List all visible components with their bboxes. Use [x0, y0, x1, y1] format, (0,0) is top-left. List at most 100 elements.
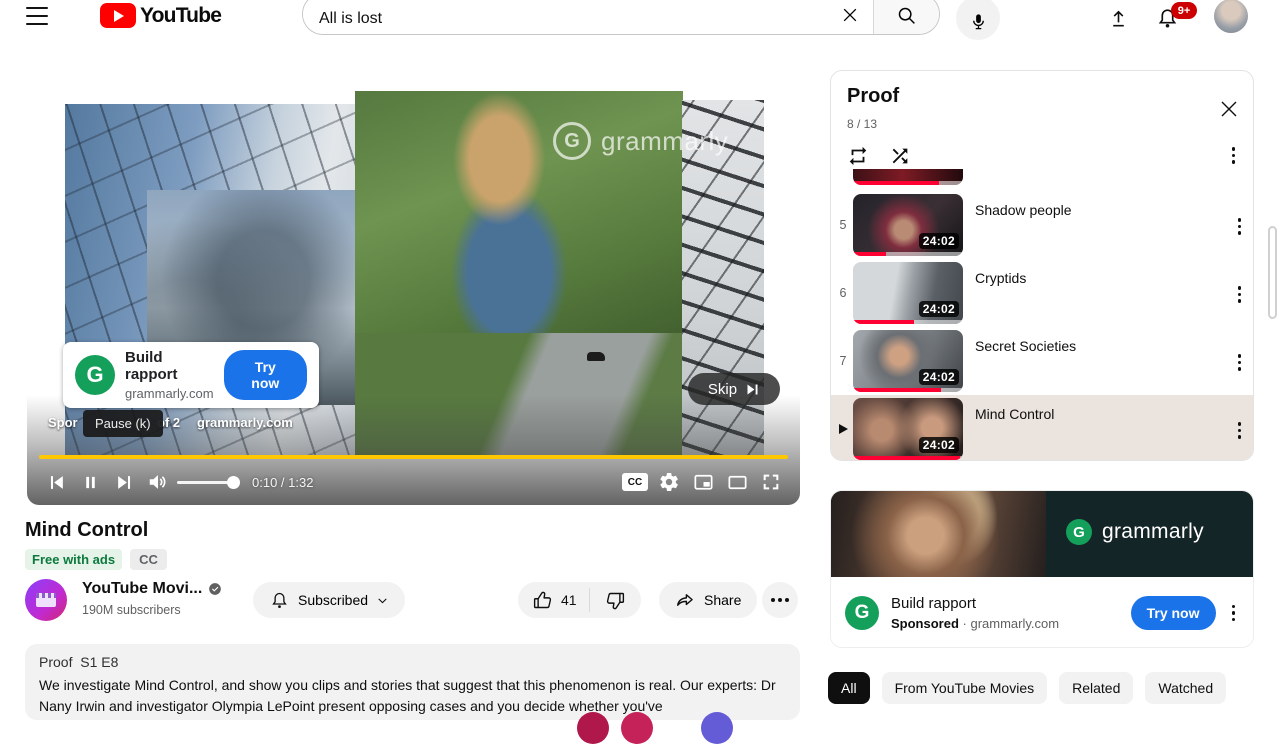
clear-search-icon[interactable]	[827, 0, 873, 34]
notification-count-badge: 9+	[1171, 2, 1197, 19]
cc-badge: CC	[130, 549, 167, 570]
shuffle-playlist-button[interactable]	[889, 145, 911, 167]
ad-overlay-card[interactable]: G Build rapport grammarly.com Try now	[63, 342, 319, 408]
chip-related[interactable]: Related	[1059, 672, 1134, 704]
playlist-item-title[interactable]: Mind Control	[975, 405, 1205, 423]
pause-icon	[82, 474, 99, 491]
youtube-wordmark: YouTube	[140, 3, 222, 27]
miniplayer-button[interactable]	[686, 464, 720, 500]
video-badges: Free with ads CC	[25, 549, 167, 570]
account-avatar[interactable]	[1214, 0, 1248, 33]
playlist-item-partial-thumbnail[interactable]	[853, 169, 963, 185]
search-input[interactable]	[303, 0, 827, 34]
share-button[interactable]: Share	[659, 582, 758, 618]
ad-progress-bar[interactable]	[39, 455, 788, 459]
captions-button[interactable]: CC	[618, 464, 652, 500]
pause-button[interactable]	[73, 464, 107, 500]
sponsored-label: Spor	[48, 415, 78, 430]
watch-progress	[853, 456, 960, 460]
volume-slider[interactable]	[177, 475, 240, 489]
item-menu-button[interactable]	[1234, 350, 1246, 375]
bell-icon	[269, 590, 290, 611]
scrollbar-thumb[interactable]	[1268, 226, 1277, 319]
subscribed-button[interactable]: Subscribed	[253, 582, 406, 618]
settings-button[interactable]	[652, 464, 686, 500]
grammarly-g-icon: G	[845, 596, 879, 630]
volume-icon	[147, 471, 169, 493]
previous-button[interactable]	[39, 464, 73, 500]
more-actions-button[interactable]	[762, 582, 798, 618]
like-button[interactable]: 41	[518, 582, 589, 618]
chip-watched[interactable]: Watched	[1145, 672, 1227, 704]
chevron-down-icon	[376, 594, 389, 607]
channel-avatar[interactable]	[25, 579, 67, 621]
time-display: 0:10 / 1:32	[252, 474, 314, 490]
try-now-button[interactable]: Try now	[223, 350, 307, 400]
playlist-menu-button[interactable]	[1228, 143, 1240, 168]
voice-search-button[interactable]	[956, 0, 1000, 40]
duration-badge: 24:02	[918, 233, 959, 249]
ad-domain-label: grammarly.com	[197, 415, 293, 430]
playlist-item-title[interactable]: Shadow people	[975, 201, 1205, 219]
description-text: We investigate Mind Control, and show yo…	[39, 677, 776, 714]
avatar	[621, 712, 653, 744]
item-menu-button[interactable]	[1234, 418, 1246, 443]
youtube-logo[interactable]: YouTube	[100, 3, 222, 28]
grammarly-g-icon: G	[1066, 519, 1092, 545]
video-thumbnail[interactable]: 24:02	[853, 398, 963, 460]
channel-name[interactable]: YouTube Movi...	[82, 580, 202, 598]
video-thumbnail[interactable]: 24:02	[853, 330, 963, 392]
chip-from-youtube-movies[interactable]: From YouTube Movies	[881, 672, 1048, 704]
thumb-down-icon	[605, 590, 626, 611]
ad-menu-button[interactable]	[1228, 601, 1240, 626]
skip-icon	[745, 382, 760, 397]
subscriber-count: 190M subscribers	[82, 603, 181, 617]
fullscreen-icon	[760, 471, 782, 493]
grammarly-watermark: G grammarly	[553, 122, 728, 160]
search-icon	[896, 5, 917, 26]
duration-badge: 24:02	[918, 369, 959, 385]
theater-mode-button[interactable]	[720, 464, 754, 500]
video-title: Mind Control	[25, 519, 149, 541]
fullscreen-button[interactable]	[754, 464, 788, 500]
chip-all[interactable]: All	[828, 672, 870, 704]
loop-playlist-button[interactable]	[847, 145, 869, 167]
youtube-play-icon	[100, 3, 136, 28]
like-count: 41	[561, 592, 577, 608]
ad-banner[interactable]: G grammarly	[831, 491, 1253, 577]
description-box[interactable]: Proof S1 E8 We investigate Mind Control,…	[25, 644, 800, 720]
watch-progress	[853, 320, 914, 324]
watch-progress	[853, 252, 886, 256]
dislike-button[interactable]	[590, 582, 641, 618]
playlist-item[interactable]: 7 24:02 Secret Societies	[831, 327, 1253, 395]
next-button[interactable]	[107, 464, 141, 500]
skip-ad-button[interactable]: Skip	[688, 373, 780, 405]
playlist-item[interactable]: 6 24:02 Cryptids	[831, 259, 1253, 327]
search-button[interactable]	[873, 0, 939, 34]
item-menu-button[interactable]	[1234, 282, 1246, 307]
sidebar-ad-card[interactable]: G grammarly G Build rapport Sponsored · …	[830, 490, 1254, 648]
like-dislike-group: 41	[518, 582, 641, 618]
close-playlist-button[interactable]	[1217, 97, 1241, 121]
playlist-panel: Proof 8 / 13 5 24:02 Shadow people 6 24:…	[830, 70, 1254, 461]
try-now-button[interactable]: Try now	[1130, 596, 1216, 630]
mute-button[interactable]	[141, 464, 175, 500]
playlist-item[interactable]: 5 24:02 Shadow people	[831, 191, 1253, 259]
grammarly-g-icon: G	[553, 122, 591, 160]
menu-button[interactable]	[26, 7, 48, 25]
item-menu-button[interactable]	[1234, 214, 1246, 239]
grammarly-logo-icon: G	[75, 355, 115, 395]
duration-badge: 24:02	[918, 437, 959, 453]
video-thumbnail[interactable]: 24:02	[853, 262, 963, 324]
pause-tooltip: Pause (k)	[83, 410, 163, 437]
playlist-item-title[interactable]: Cryptids	[975, 269, 1205, 287]
player-controls: 0:10 / 1:32 CC	[39, 464, 788, 500]
upload-button[interactable]	[1104, 4, 1132, 32]
video-player[interactable]: G grammarly G Build rapport grammarly.co…	[27, 70, 800, 505]
playlist-item-title[interactable]: Secret Societies	[975, 337, 1205, 355]
playlist-item-current[interactable]: 24:02 Mind Control	[831, 395, 1253, 460]
avatar	[577, 712, 609, 744]
video-thumbnail[interactable]: 24:02	[853, 194, 963, 256]
thumb-up-icon	[532, 590, 553, 611]
movies-clapper-icon	[36, 593, 56, 607]
